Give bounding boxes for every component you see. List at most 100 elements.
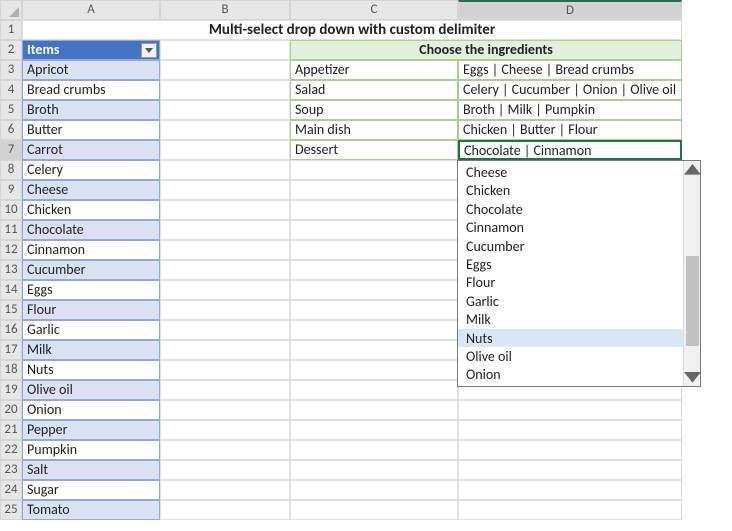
empty-cell bbox=[290, 240, 458, 260]
empty-cell bbox=[160, 320, 290, 340]
items-cell: Garlic bbox=[22, 320, 160, 340]
empty-cell bbox=[290, 360, 458, 380]
row-header-6[interactable]: 6 bbox=[0, 120, 22, 140]
dropdown-item[interactable]: Garlic bbox=[458, 292, 683, 310]
empty-cell bbox=[160, 360, 290, 380]
scroll-thumb[interactable] bbox=[686, 256, 699, 346]
empty-cell bbox=[290, 220, 458, 240]
dropdown-item[interactable]: Cucumber bbox=[458, 237, 683, 255]
row-header-7[interactable]: 7 bbox=[0, 140, 22, 160]
ingredients-cell[interactable]: Broth | Milk | Pumpkin bbox=[458, 100, 682, 120]
row-header-17[interactable]: 17 bbox=[0, 340, 22, 360]
row-header-22[interactable]: 22 bbox=[0, 440, 22, 460]
empty-cell bbox=[160, 340, 290, 360]
dropdown-item[interactable]: Cinnamon bbox=[458, 218, 683, 236]
empty-cell bbox=[458, 440, 682, 460]
row-header-24[interactable]: 24 bbox=[0, 480, 22, 500]
dropdown-item[interactable]: Eggs bbox=[458, 255, 683, 273]
items-cell: Eggs bbox=[22, 280, 160, 300]
row-header-19[interactable]: 19 bbox=[0, 380, 22, 400]
empty-cell bbox=[160, 500, 290, 520]
dropdown-scrollbar[interactable] bbox=[683, 161, 700, 386]
empty-cell bbox=[290, 160, 458, 180]
empty-cell bbox=[290, 280, 458, 300]
row-header-3[interactable]: 3 bbox=[0, 60, 22, 80]
items-cell: Pepper bbox=[22, 420, 160, 440]
items-header-label: Items bbox=[27, 41, 59, 58]
row-header-25[interactable]: 25 bbox=[0, 500, 22, 520]
row-header-18[interactable]: 18 bbox=[0, 360, 22, 380]
ingredients-cell[interactable]: Eggs | Cheese | Bread crumbs bbox=[458, 60, 682, 80]
items-cell: Bread crumbs bbox=[22, 80, 160, 100]
row-header-5[interactable]: 5 bbox=[0, 100, 22, 120]
row-header-21[interactable]: 21 bbox=[0, 420, 22, 440]
row-header-23[interactable]: 23 bbox=[0, 460, 22, 480]
column-header-A[interactable]: A bbox=[22, 0, 160, 20]
empty-cell bbox=[290, 200, 458, 220]
row-header-20[interactable]: 20 bbox=[0, 400, 22, 420]
row-header-1[interactable]: 1 bbox=[0, 20, 22, 40]
dropdown-item[interactable]: Flour bbox=[458, 273, 683, 291]
dish-cell: Main dish bbox=[290, 120, 458, 140]
empty-cell bbox=[290, 340, 458, 360]
items-cell: Flour bbox=[22, 300, 160, 320]
dish-cell: Appetizer bbox=[290, 60, 458, 80]
ingredients-cell[interactable]: Chicken | Butter | Flour bbox=[458, 120, 682, 140]
empty-cell bbox=[458, 480, 682, 500]
dropdown-item[interactable]: Chocolate bbox=[458, 200, 683, 218]
items-cell: Onion bbox=[22, 400, 160, 420]
row-header-16[interactable]: 16 bbox=[0, 320, 22, 340]
dropdown-item[interactable]: Olive oil bbox=[458, 347, 683, 365]
dropdown-item[interactable]: Chicken bbox=[458, 181, 683, 199]
empty-cell bbox=[160, 40, 290, 60]
row-header-10[interactable]: 10 bbox=[0, 200, 22, 220]
empty-cell bbox=[160, 160, 290, 180]
dish-cell: Salad bbox=[290, 80, 458, 100]
row-header-12[interactable]: 12 bbox=[0, 240, 22, 260]
select-all-corner[interactable] bbox=[0, 0, 22, 20]
empty-cell bbox=[160, 80, 290, 100]
dropdown-item[interactable]: Milk bbox=[458, 310, 683, 328]
empty-cell bbox=[160, 420, 290, 440]
scroll-down-icon[interactable] bbox=[684, 369, 701, 386]
items-cell: Cucumber bbox=[22, 260, 160, 280]
row-header-15[interactable]: 15 bbox=[0, 300, 22, 320]
row-header-13[interactable]: 13 bbox=[0, 260, 22, 280]
filter-button[interactable] bbox=[141, 43, 157, 58]
row-header-9[interactable]: 9 bbox=[0, 180, 22, 200]
scroll-up-icon[interactable] bbox=[684, 161, 701, 178]
row-header-11[interactable]: 11 bbox=[0, 220, 22, 240]
ingredients-cell[interactable]: Celery | Cucumber | Onion | Olive oil bbox=[458, 80, 682, 100]
dish-cell: Soup bbox=[290, 100, 458, 120]
dropdown-item[interactable]: Nuts bbox=[458, 329, 683, 347]
items-cell: Cinnamon bbox=[22, 240, 160, 260]
items-cell: Chocolate bbox=[22, 220, 160, 240]
empty-cell bbox=[160, 140, 290, 160]
row-header-4[interactable]: 4 bbox=[0, 80, 22, 100]
empty-cell bbox=[290, 420, 458, 440]
empty-cell bbox=[290, 440, 458, 460]
empty-cell bbox=[160, 120, 290, 140]
dropdown-arrow-button[interactable] bbox=[681, 141, 682, 160]
empty-cell bbox=[290, 180, 458, 200]
row-header-2[interactable]: 2 bbox=[0, 40, 22, 60]
dropdown-item[interactable]: Onion bbox=[458, 365, 683, 383]
empty-cell bbox=[290, 460, 458, 480]
items-cell: Chicken bbox=[22, 200, 160, 220]
validation-dropdown[interactable]: CheeseChickenChocolateCinnamonCucumberEg… bbox=[457, 160, 701, 387]
active-ingredients-cell[interactable]: Chocolate | Cinnamon bbox=[458, 140, 682, 160]
empty-cell bbox=[160, 240, 290, 260]
items-column-header: Items bbox=[22, 40, 160, 60]
items-cell: Broth bbox=[22, 100, 160, 120]
dropdown-item[interactable]: Cheese bbox=[458, 163, 683, 181]
column-header-B[interactable]: B bbox=[160, 0, 290, 20]
empty-cell bbox=[160, 380, 290, 400]
empty-cell bbox=[290, 260, 458, 280]
choose-header: Choose the ingredients bbox=[290, 40, 682, 60]
row-header-8[interactable]: 8 bbox=[0, 160, 22, 180]
empty-cell bbox=[160, 260, 290, 280]
row-header-14[interactable]: 14 bbox=[0, 280, 22, 300]
column-header-D[interactable]: D bbox=[458, 0, 682, 20]
items-cell: Nuts bbox=[22, 360, 160, 380]
column-header-C[interactable]: C bbox=[290, 0, 458, 20]
